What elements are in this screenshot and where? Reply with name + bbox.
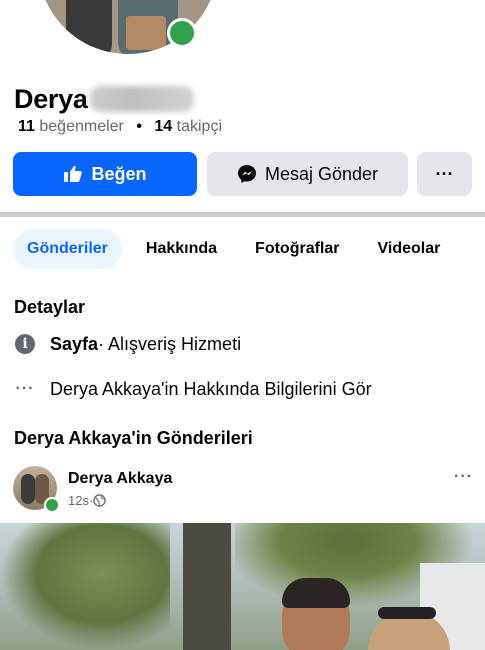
messenger-icon [237,164,257,184]
message-button-label: Mesaj Gönder [264,163,379,184]
profile-name-row: Derya [14,83,194,115]
details-heading: Detaylar [14,297,86,317]
post-author-name[interactable]: Derya Akkaya [68,470,172,488]
category-value: · Alışveriş Hizmeti [98,333,242,354]
post-header: Derya Akkaya 12s · ··· [13,466,473,513]
ellipsis-icon: ··· [15,380,35,397]
stats-separator: • [136,118,142,135]
posts-heading: Derya Akkaya'in Gönderileri [14,428,253,448]
category-type: Sayfa [50,333,99,354]
send-message-button[interactable]: Mesaj Gönder [207,152,408,196]
blurred-surname [89,86,194,112]
post-meta: 12s · [68,493,107,508]
online-status-indicator [167,18,197,48]
globe-icon [93,494,107,507]
tab-videos[interactable]: Videolar [364,229,455,269]
info-icon: i [15,334,35,354]
followers-count[interactable]: 14 [154,118,172,135]
section-divider [0,212,485,217]
post-online-indicator [44,497,60,513]
more-options-button[interactable]: ··· [417,152,472,196]
likes-label[interactable]: beğenmeler [39,118,124,135]
profile-name: Derya [14,83,88,114]
page-category-row: i Sayfa · Alışveriş Hizmeti [14,333,241,355]
see-about-link[interactable]: ··· Derya Akkaya'in Hakkında Bilgilerini… [14,378,372,400]
see-about-label: Derya Akkaya'in Hakkında Bilgilerini Gör [50,378,372,399]
tab-posts[interactable]: Gönderiler [13,229,122,269]
post-time[interactable]: 12s [68,493,89,508]
post-more-options-icon[interactable]: ··· [454,468,473,486]
like-page-button[interactable]: Beğen [13,152,197,196]
post-photo[interactable] [0,523,485,650]
profile-stats: 11 beğenmeler • 14 takipçi [18,118,222,136]
like-button-label: Beğen [91,163,147,184]
thumbs-up-icon [63,164,83,184]
tab-photos[interactable]: Fotoğraflar [241,229,353,269]
more-dots-icon: ··· [435,163,454,184]
followers-label[interactable]: takipçi [177,118,222,135]
likes-count[interactable]: 11 [18,118,35,135]
profile-tabs: Gönderiler Hakkında Fotoğraflar Videolar [13,229,454,269]
tab-about[interactable]: Hakkında [132,229,231,269]
